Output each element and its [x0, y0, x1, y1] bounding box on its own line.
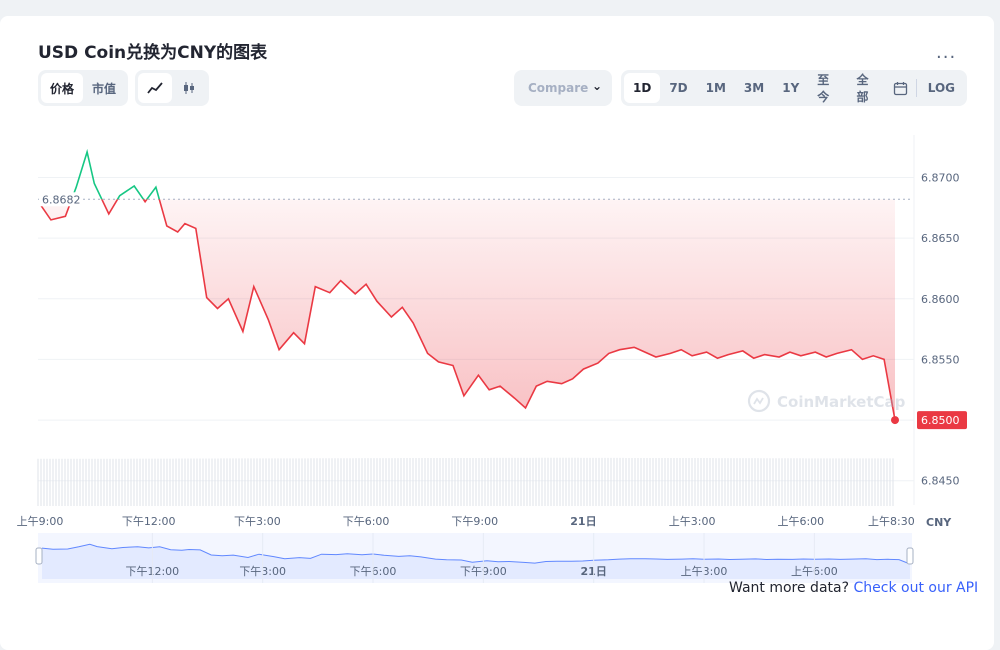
open-price-label: 6.8682 — [39, 192, 81, 207]
x-tick-label-0: 上午9:00 — [17, 515, 64, 528]
navigator-handle-right[interactable] — [906, 547, 914, 565]
api-link[interactable]: Check out our API — [853, 580, 978, 596]
api-promo: Want more data? Check out our API — [729, 580, 978, 596]
y-tick-label-0: 6.8450 — [921, 475, 960, 488]
price-chart[interactable]: 6.8682 6.8450 6.8500 6.8550 6.8600 6.8650 6.8… — [0, 0, 1000, 650]
navigator-handle-left[interactable] — [35, 547, 43, 565]
x-tick-label-7: 上午6:00 — [777, 515, 824, 528]
x-tick-label-3: 下午6:00 — [343, 515, 390, 528]
last-price-dot — [891, 416, 899, 425]
currency-axis-label: CNY — [926, 516, 952, 529]
y-tick-label-4: 6.8650 — [921, 232, 960, 245]
watermark-text: CoinMarketCap — [777, 393, 906, 411]
x-tick-label-6: 上午3:00 — [669, 515, 716, 528]
coinmarketcap-watermark: CoinMarketCap — [747, 389, 906, 413]
y-tick-label-5: 6.8700 — [921, 171, 960, 184]
y-tick-label-2: 6.8550 — [921, 353, 960, 366]
x-tick-label-2: 下午3:00 — [234, 515, 281, 528]
x-tick-label-1: 下午12:00 — [122, 515, 176, 528]
x-tick-label-4: 下午9:00 — [451, 515, 498, 528]
svg-text:6.8500: 6.8500 — [921, 414, 960, 427]
last-price-tag: 6.8500 — [917, 411, 967, 430]
y-tick-label-3: 6.8600 — [921, 293, 960, 306]
range-navigator[interactable]: 下午12:00 下午3:00 下午6:00 下午9:00 21日 上午3:00 上午6:00 — [35, 533, 914, 583]
svg-text:6.8682: 6.8682 — [42, 193, 81, 206]
price-area — [40, 199, 895, 421]
x-tick-label-8: 上午8:30 — [868, 515, 915, 528]
x-tick-label-5: 21日 — [570, 515, 596, 528]
api-promo-text: Want more data? — [729, 580, 850, 596]
